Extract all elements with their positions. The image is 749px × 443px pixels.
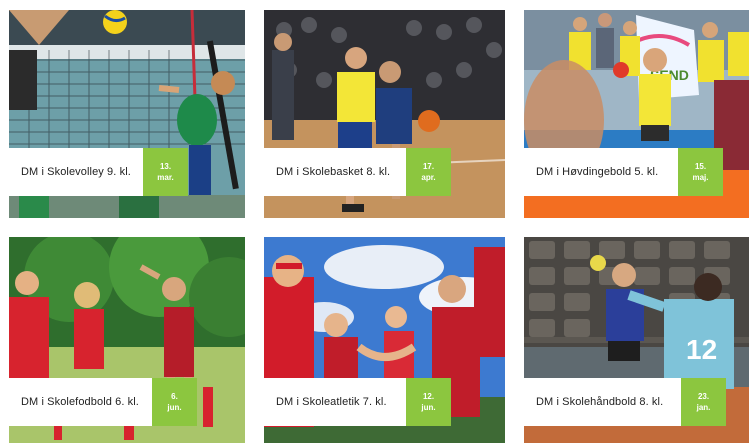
event-title-box: DM i Skoleatletik 7. kl. [264,378,406,426]
jersey-number: 12 [686,334,717,365]
event-date-day: 13. [159,162,172,171]
event-title: DM i Skolevolley 9. kl. [21,166,131,178]
event-date-badge: 23. jan. [681,378,726,426]
event-date-badge: 17. apr. [406,148,451,196]
event-card-skoleatletik[interactable]: DM i Skoleatletik 7. kl. 12. jun. [264,237,505,443]
event-title: DM i Høvdingebold 5. kl. [536,166,659,178]
event-date-day: 15. [694,162,707,171]
event-date-badge: 15. maj. [678,148,723,196]
event-date-day: 6. [171,392,178,401]
event-date-badge: 6. jun. [152,378,197,426]
event-grid: DM i Skolevolley 9. kl. 13. mar. DM i Sk… [0,0,749,443]
event-title: DM i Skolehåndbold 8. kl. [536,396,664,408]
event-card-skolevolley[interactable]: DM i Skolevolley 9. kl. 13. mar. [9,10,245,218]
event-date-day: 23. [697,392,710,401]
event-card-hovdingebold[interactable]: SEND DM i Høvdingebold 5. kl. 15. maj. [524,10,749,218]
event-title: DM i Skoleatletik 7. kl. [276,396,387,408]
event-date-day: 17. [422,162,435,171]
event-title: DM i Skolebasket 8. kl. [276,166,391,178]
event-card-skolefodbold[interactable]: DM i Skolefodbold 6. kl. 6. jun. [9,237,245,443]
event-date-month: jan. [696,403,711,412]
event-card-skolehandbold[interactable]: 12 DM i Skolehåndbold 8. kl. 23. jan. [524,237,749,443]
event-title: DM i Skolefodbold 6. kl. [21,396,139,408]
event-date-badge: 13. mar. [143,148,188,196]
event-date-badge: 12. jun. [406,378,451,426]
event-title-box: DM i Skolebasket 8. kl. [264,148,406,196]
event-title-box: DM i Skolehåndbold 8. kl. [524,378,681,426]
event-date-month: jun. [167,403,182,412]
event-card-skolebasket[interactable]: DM i Skolebasket 8. kl. 17. apr. [264,10,505,218]
event-title-box: DM i Høvdingebold 5. kl. [524,148,678,196]
event-date-month: apr. [421,173,436,182]
event-date-day: 12. [422,392,435,401]
event-date-month: mar. [157,173,174,182]
event-date-month: jun. [421,403,436,412]
event-title-box: DM i Skolefodbold 6. kl. [9,378,152,426]
event-date-month: maj. [692,173,709,182]
event-title-box: DM i Skolevolley 9. kl. [9,148,143,196]
